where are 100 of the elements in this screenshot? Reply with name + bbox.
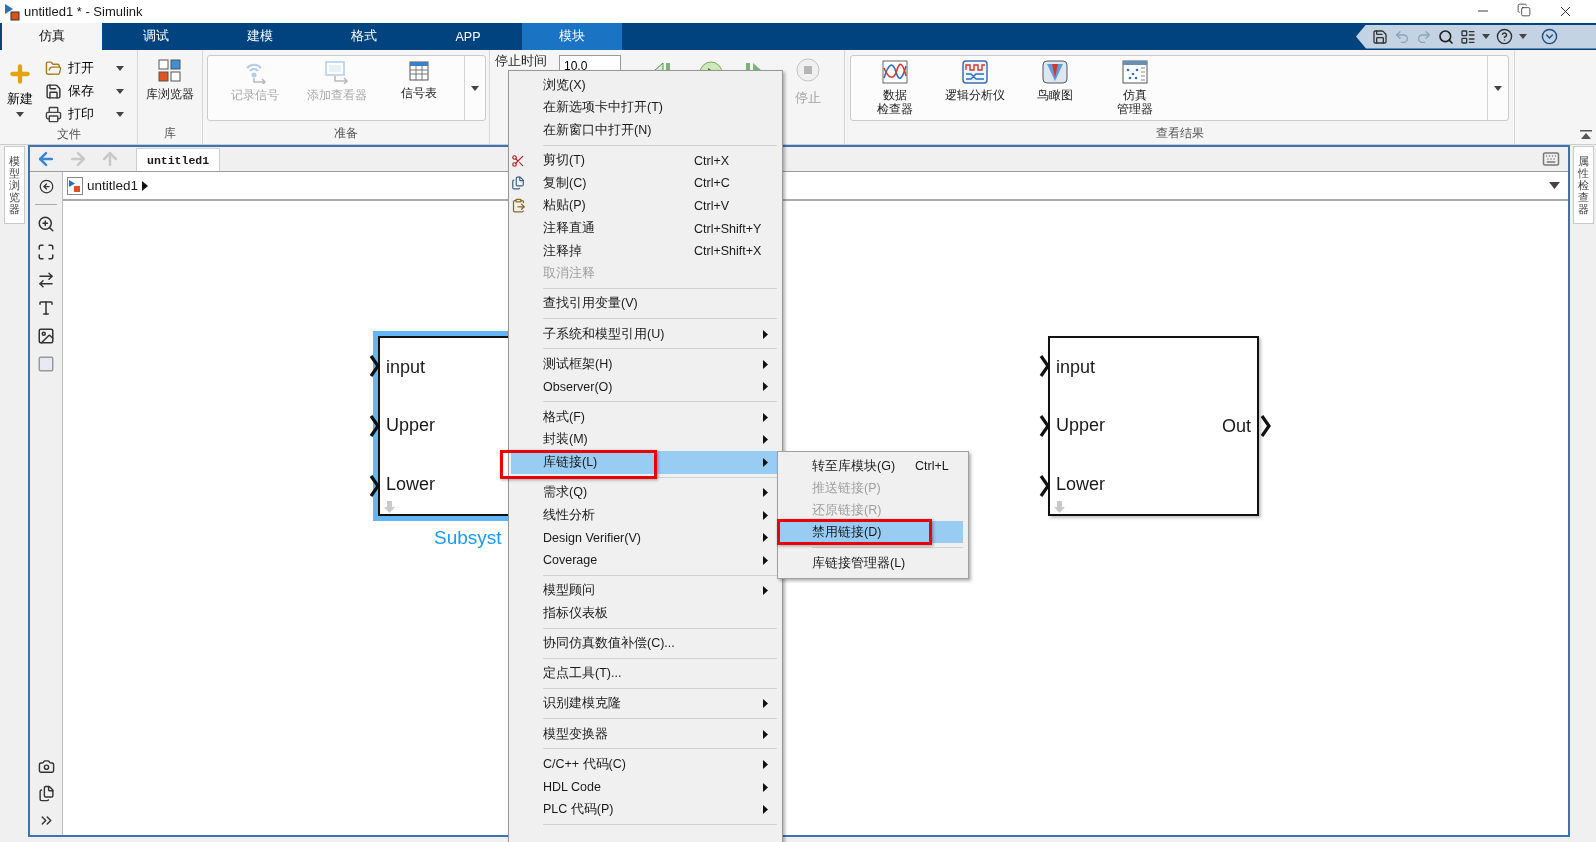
- model-browser-tab[interactable]: 模型浏览器: [3, 146, 25, 225]
- ribbon-tab[interactable]: 格式: [314, 23, 414, 50]
- menu-item[interactable]: 粘贴(P) Ctrl+V: [511, 194, 777, 218]
- caret-icon: [116, 89, 124, 94]
- caret-icon: [16, 112, 24, 117]
- zoom-icon[interactable]: [37, 215, 55, 233]
- port-label: input: [385, 356, 427, 378]
- search-icon[interactable]: [1438, 28, 1454, 45]
- menu-item[interactable]: 模型顾问: [511, 579, 777, 602]
- menu-item[interactable]: Coverage: [511, 549, 777, 572]
- down-arrow-icon: [1054, 501, 1065, 513]
- port-label: Lower: [385, 474, 437, 496]
- library-grid-icon: [158, 59, 182, 83]
- caret-icon: [116, 112, 124, 117]
- file-menu-button[interactable]: 保存: [43, 80, 126, 103]
- folder-icon: [45, 60, 62, 77]
- shortcut-label: Ctrl+V: [694, 198, 731, 213]
- menu-item[interactable]: 指标仪表板: [511, 601, 777, 625]
- breadcrumb-item[interactable]: untitled1: [87, 178, 139, 193]
- property-inspector-tab[interactable]: 属性检查器: [1572, 146, 1594, 225]
- camera-icon[interactable]: [37, 758, 55, 775]
- new-button[interactable]: 新建: [3, 55, 37, 117]
- menu-item[interactable]: 模型变换器: [511, 722, 777, 746]
- caret-icon: [1494, 85, 1502, 91]
- menu-item[interactable]: 定点工具(T)...: [511, 662, 777, 685]
- menu-item[interactable]: Design Verifier(V): [511, 526, 777, 550]
- section-title: 文件: [56, 126, 81, 143]
- ribbon-tab[interactable]: 调试: [106, 23, 206, 50]
- port-label: input: [1055, 356, 1097, 378]
- dropdown-circle-icon[interactable]: [1541, 28, 1558, 45]
- menu-item[interactable]: 复制(C) Ctrl+C: [511, 172, 777, 195]
- menu-item[interactable]: 库链接(L): [511, 451, 777, 474]
- caret-icon: [1519, 34, 1527, 39]
- menu-item[interactable]: 注释掉 Ctrl+Shift+X: [511, 239, 777, 263]
- shortcut-label: Ctrl+C: [694, 176, 731, 191]
- ribbon-button[interactable]: 鸟瞰图: [1015, 56, 1095, 120]
- menu-item[interactable]: 查找引用变量(V): [511, 292, 777, 316]
- shortcut-label: Ctrl+Shift+X: [694, 244, 763, 259]
- arrows-icon[interactable]: [37, 271, 55, 289]
- menu-item[interactable]: HDL Code: [511, 775, 777, 799]
- menu-item[interactable]: 转至库模块(G) Ctrl+L: [780, 455, 963, 478]
- menu-item[interactable]: 在新选项卡中打开(T): [511, 96, 777, 120]
- waveform-chart-icon: [882, 60, 908, 84]
- section-title: 库: [164, 125, 176, 142]
- menu-item[interactable]: 剪切(T) Ctrl+X: [511, 149, 777, 172]
- port-label: Lower: [1055, 474, 1107, 496]
- help-icon[interactable]: [1496, 28, 1513, 45]
- menu-item[interactable]: C/C++ 代码(C): [511, 753, 777, 776]
- breadcrumb-arrow-icon: [142, 180, 149, 191]
- menu-item[interactable]: 注释直通 Ctrl+Shift+Y: [511, 217, 777, 240]
- ribbon-button[interactable]: 库浏览器: [138, 55, 202, 102]
- ribbon-button[interactable]: 仿真 管理器: [1095, 56, 1175, 120]
- shortcut-label: Ctrl+Shift+Y: [694, 221, 763, 236]
- shortcut-label: Ctrl+L: [915, 459, 950, 474]
- file-menu-button[interactable]: 打印: [43, 103, 126, 126]
- square-wave-icon: [962, 60, 988, 84]
- caret-icon: [1482, 34, 1490, 39]
- caret-icon: [471, 85, 479, 91]
- port-label: Upper: [1055, 415, 1107, 437]
- ribbon-button[interactable]: 逻辑分析仪: [935, 56, 1015, 120]
- menu-item[interactable]: 禁用链接(D): [780, 521, 963, 544]
- plus-icon: [7, 61, 33, 87]
- menu-item[interactable]: 协同仿真数值补偿(C)...: [511, 632, 777, 655]
- restore-icon[interactable]: [1517, 3, 1531, 17]
- model-tab[interactable]: untitled1: [136, 148, 221, 171]
- image-icon[interactable]: [37, 327, 55, 345]
- section-title: 准备: [334, 125, 358, 142]
- list-icon[interactable]: [1460, 28, 1476, 45]
- keyboard-icon[interactable]: [1542, 150, 1560, 168]
- down-arrow-icon: [384, 501, 395, 513]
- collapse-icon[interactable]: [1580, 130, 1592, 140]
- shortcut-label: Ctrl+X: [694, 153, 731, 168]
- dot-grid-icon: [1122, 60, 1148, 84]
- back-icon[interactable]: [38, 179, 54, 194]
- block-name: Subsyst: [434, 527, 502, 549]
- menu-item[interactable]: 浏览(X): [511, 74, 777, 97]
- menu-item[interactable]: 在新窗口中打开(N): [511, 119, 777, 142]
- fit-view-icon[interactable]: [37, 243, 55, 261]
- save-icon[interactable]: [1372, 28, 1388, 45]
- printer-icon: [45, 106, 62, 123]
- menu-item[interactable]: 识别建模克隆: [511, 692, 777, 716]
- ribbon-button[interactable]: 信号表: [378, 56, 460, 120]
- menu-item[interactable]: PLC 代码(P): [511, 798, 777, 821]
- signal-table-icon: [408, 60, 430, 82]
- clipboard-icon: [511, 198, 526, 214]
- app-icon: [4, 2, 20, 21]
- ribbon-tab[interactable]: 建模: [210, 23, 310, 50]
- subsystem-block[interactable]: input Upper Lower Out: [1048, 336, 1259, 516]
- ribbon-tab[interactable]: 仿真: [2, 23, 102, 50]
- save-icon: [45, 83, 62, 100]
- caret-icon: [1549, 182, 1560, 189]
- ribbon-tab[interactable]: APP: [418, 23, 518, 50]
- menu-item[interactable]: 库链接管理器(L): [780, 552, 963, 575]
- copy-icon: [511, 176, 525, 191]
- file-menu-button[interactable]: 打开: [43, 57, 126, 80]
- ribbon-button[interactable]: 数据 检查器: [855, 56, 935, 120]
- text-icon[interactable]: [37, 299, 55, 317]
- window-title: untitled1 * - Simulink: [24, 4, 143, 19]
- section-title: 查看结果: [1155, 125, 1204, 142]
- ribbon-tab[interactable]: 模块: [522, 23, 622, 50]
